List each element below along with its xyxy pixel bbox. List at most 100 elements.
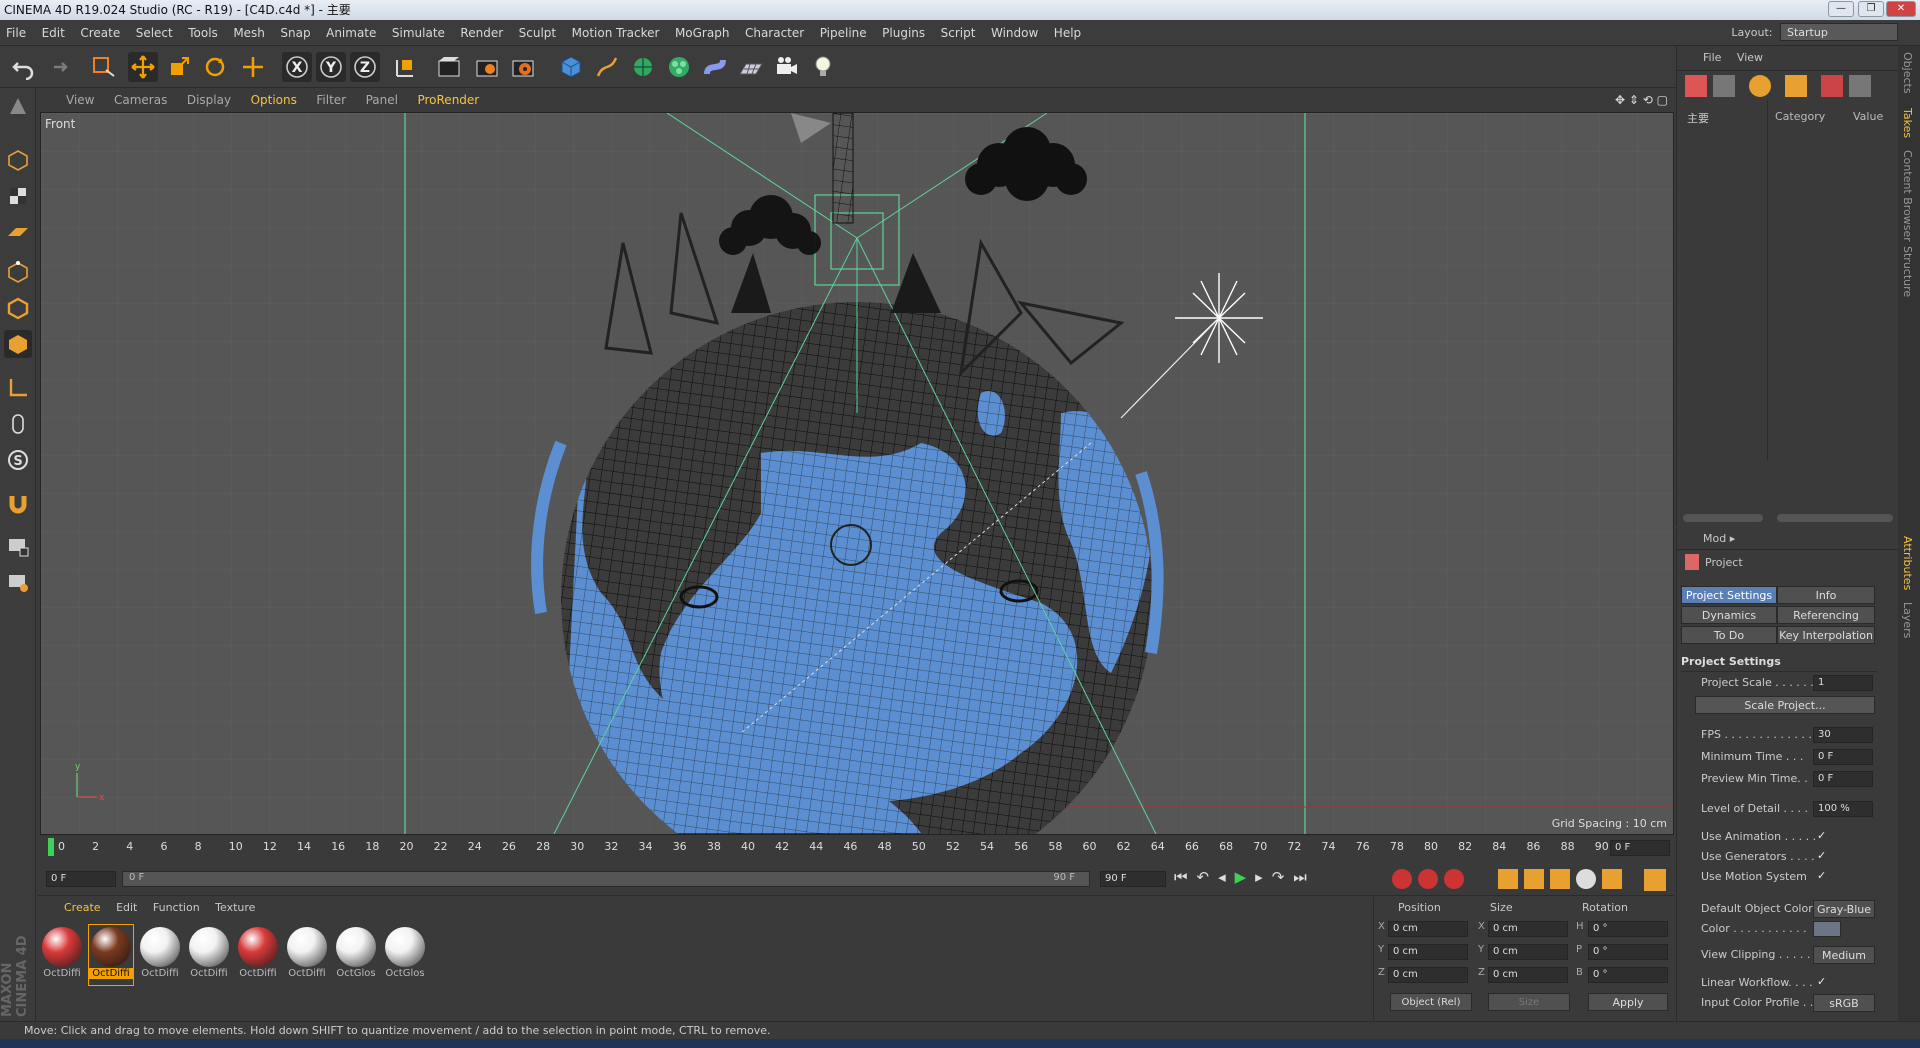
viewport-menu-options[interactable]: Options <box>243 88 305 112</box>
material-item[interactable]: OctDiffi <box>138 925 182 985</box>
sidetab-structure[interactable]: Structure <box>1901 246 1914 297</box>
coord-mode-dropdown[interactable]: Object (Rel) <box>1390 993 1472 1011</box>
magnet-icon[interactable] <box>4 490 32 518</box>
play-icon[interactable]: ▶ <box>1235 868 1256 886</box>
render-view-icon[interactable] <box>434 52 464 82</box>
take-render-icon[interactable] <box>1821 75 1843 97</box>
take-auto-icon[interactable] <box>1785 75 1807 97</box>
move-tool-icon[interactable] <box>128 52 158 82</box>
menu-animate[interactable]: Animate <box>320 20 382 46</box>
use-animation-checkbox[interactable]: ✓ <box>1817 830 1829 842</box>
viewport-front[interactable]: y x Front Grid Spacing : 10 cm <box>40 112 1674 835</box>
objects-scrollbar-right[interactable] <box>1777 514 1893 522</box>
render-to-picture-viewer-icon[interactable] <box>472 52 502 82</box>
minimize-button[interactable]: — <box>1828 1 1854 17</box>
menu-tools[interactable]: Tools <box>182 20 224 46</box>
model-mode-icon[interactable] <box>4 146 32 174</box>
menu-render[interactable]: Render <box>454 20 509 46</box>
menu-mograph[interactable]: MoGraph <box>669 20 736 46</box>
tab-referencing[interactable]: Referencing <box>1777 606 1875 624</box>
viewport-menu-prorender[interactable]: ProRender <box>409 88 487 112</box>
next-key-icon[interactable]: ↷ <box>1272 868 1294 886</box>
playhead-marker[interactable] <box>48 838 54 856</box>
record-active-icon[interactable] <box>1392 869 1412 889</box>
color-swatch[interactable] <box>1813 921 1841 937</box>
scale-project-button[interactable]: Scale Project... <box>1695 696 1875 714</box>
timeline-ruler[interactable]: 0 2 4 6 8 10 12 14 16 18 20 22 24 26 28 30 32 34 36 38 40 42 4… <box>38 836 1674 862</box>
take-override-icon[interactable] <box>1749 75 1771 97</box>
timeline-icon[interactable] <box>1644 869 1666 891</box>
sidetab-content-browser[interactable]: Content Browser <box>1901 150 1914 242</box>
go-to-start-icon[interactable]: ⏮ <box>1174 868 1197 886</box>
pen-spline-icon[interactable] <box>592 52 622 82</box>
coordinate-system-icon[interactable] <box>390 52 420 82</box>
enable-axis-icon[interactable] <box>4 374 32 402</box>
take-item-main[interactable]: 主要 <box>1687 110 1709 126</box>
key-pla-icon[interactable] <box>1602 869 1622 889</box>
x-axis-lock-icon[interactable]: X <box>282 52 312 82</box>
preview-min-time-field[interactable]: 0 F <box>1813 771 1873 787</box>
rotation-field[interactable]: 0 ° <box>1588 967 1668 983</box>
axis-grid-icon[interactable] <box>4 568 32 596</box>
undo-icon[interactable] <box>8 52 38 82</box>
tab-key-interpolation[interactable]: Key Interpolation <box>1777 626 1875 644</box>
take-add-icon[interactable] <box>1685 75 1707 97</box>
menu-snap[interactable]: Snap <box>274 20 316 46</box>
start-frame-field[interactable]: 0 F <box>46 871 116 887</box>
current-frame-field[interactable]: 0 F <box>1610 840 1670 856</box>
tab-to-do[interactable]: To Do <box>1681 626 1777 644</box>
prev-key-icon[interactable]: ↶ <box>1197 868 1219 886</box>
viewport-menu-display[interactable]: Display <box>179 88 239 112</box>
material-item[interactable]: OctGlos <box>383 925 427 985</box>
light-icon[interactable] <box>808 52 838 82</box>
subdivision-surface-icon[interactable] <box>628 52 658 82</box>
rotate-tool-icon[interactable] <box>200 52 230 82</box>
size-field[interactable]: 0 cm <box>1488 967 1568 983</box>
preview-range-slider[interactable]: 0 F 90 F <box>122 871 1090 887</box>
position-field[interactable]: 0 cm <box>1388 967 1468 983</box>
texture-mode-icon[interactable] <box>4 182 32 210</box>
menu-select[interactable]: Select <box>130 20 179 46</box>
material-menu-edit[interactable]: Edit <box>116 901 137 914</box>
minimum-time-field[interactable]: 0 F <box>1813 749 1873 765</box>
level-of-detail-field[interactable]: 100 % <box>1813 801 1873 817</box>
camera-icon[interactable] <box>772 52 802 82</box>
sidetab-objects[interactable]: Objects <box>1901 52 1914 94</box>
key-parameter-icon[interactable] <box>1576 869 1596 889</box>
keyframe-selection-icon[interactable] <box>1444 869 1464 889</box>
material-item[interactable]: OctDiffi <box>40 925 84 985</box>
viewport-menu-cameras[interactable]: Cameras <box>106 88 175 112</box>
autokey-icon[interactable] <box>1418 869 1438 889</box>
menu-window[interactable]: Window <box>985 20 1044 46</box>
take-clone-icon[interactable] <box>1713 75 1735 97</box>
key-position-icon[interactable] <box>1498 869 1518 889</box>
size-field[interactable]: 0 cm <box>1488 921 1568 937</box>
material-item[interactable]: OctDiffi <box>285 925 329 985</box>
menu-mesh[interactable]: Mesh <box>227 20 271 46</box>
rotation-field[interactable]: 0 ° <box>1588 944 1668 960</box>
floor-icon[interactable] <box>736 52 766 82</box>
menu-plugins[interactable]: Plugins <box>876 20 931 46</box>
render-settings-icon[interactable] <box>508 52 538 82</box>
tab-project-settings[interactable]: Project Settings <box>1681 586 1777 604</box>
menu-file[interactable]: File <box>0 20 32 46</box>
project-scale-field[interactable]: 1 <box>1813 675 1873 691</box>
menu-help[interactable]: Help <box>1048 20 1087 46</box>
objects-menu-file[interactable]: File <box>1703 51 1721 64</box>
close-button[interactable]: ✕ <box>1886 1 1916 17</box>
workplane-lock-icon[interactable] <box>4 532 32 560</box>
end-frame-field[interactable]: 90 F <box>1100 871 1166 887</box>
size-field[interactable]: 0 cm <box>1488 944 1568 960</box>
playback-buttons[interactable]: ⏮↶◂▶▸↷⏭ <box>1174 868 1316 886</box>
use-motion-system-checkbox[interactable]: ✓ <box>1817 870 1829 882</box>
menu-character[interactable]: Character <box>739 20 810 46</box>
material-item[interactable]: OctGlos <box>334 925 378 985</box>
viewport-menu-view[interactable]: View <box>38 88 102 112</box>
size-mode-dropdown[interactable]: Size <box>1488 993 1570 1011</box>
default-object-color-dropdown[interactable]: Gray-Blue <box>1813 900 1875 918</box>
attributes-mode-menu[interactable]: Mod <box>1703 532 1726 545</box>
step-forward-icon[interactable]: ▸ <box>1255 868 1272 886</box>
live-selection-icon[interactable] <box>88 52 118 82</box>
material-menu-texture[interactable]: Texture <box>215 901 255 914</box>
tab-dynamics[interactable]: Dynamics <box>1681 606 1777 624</box>
